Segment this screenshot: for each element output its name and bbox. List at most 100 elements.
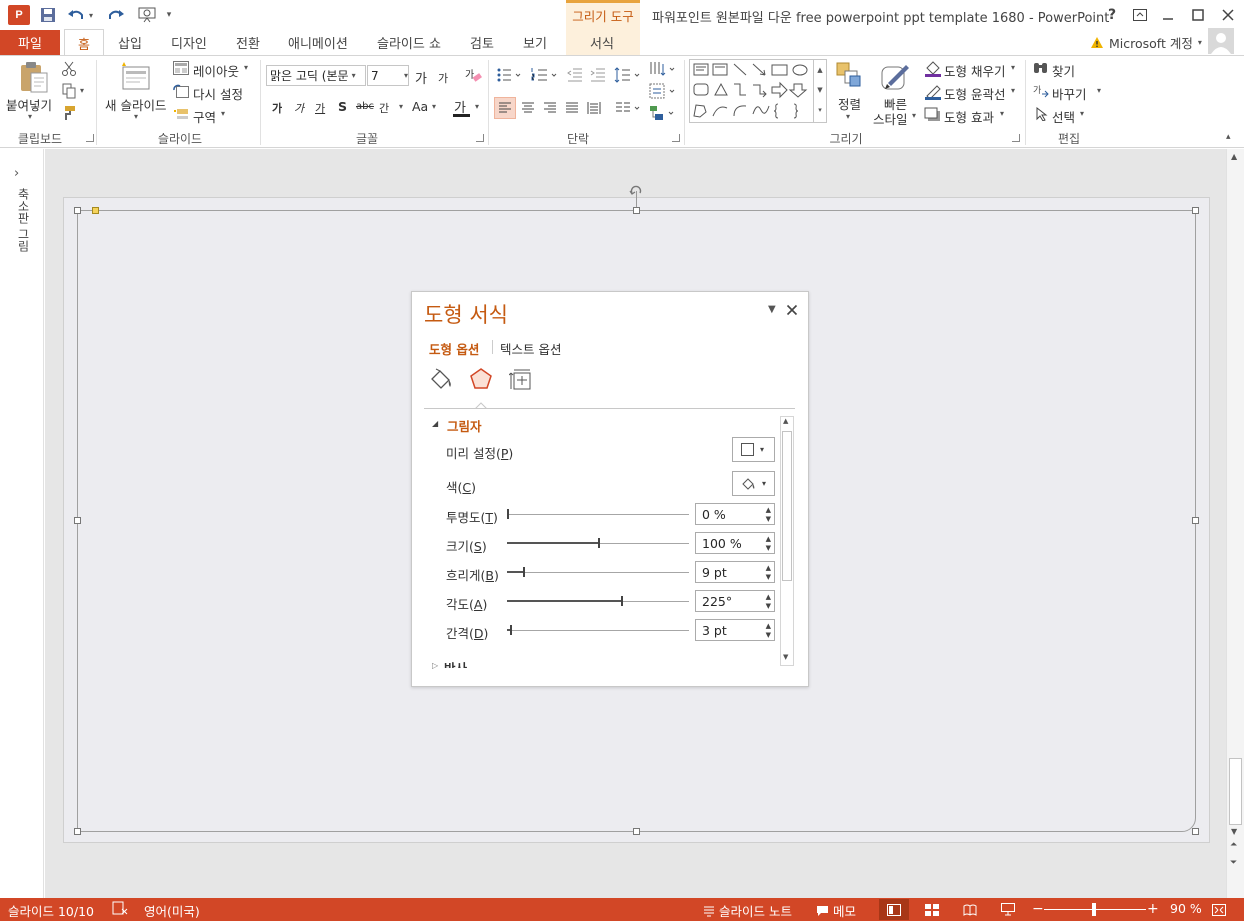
spin-up-icon[interactable]: ▲: [766, 536, 771, 543]
spin-up-icon[interactable]: ▲: [766, 623, 771, 630]
thumbnail-pane-label[interactable]: 축소판 그림: [12, 188, 32, 252]
language[interactable]: 영어(미국): [144, 901, 200, 920]
transparency-track[interactable]: [507, 514, 689, 515]
font-name-combo[interactable]: 맑은 고딕 (본문 ▾: [266, 65, 366, 86]
tab-animations[interactable]: 애니메이션: [288, 30, 348, 55]
resize-handle[interactable]: [74, 517, 81, 524]
shape-fill-dropdown-icon[interactable]: ▾: [1011, 63, 1015, 72]
shape-effects-dropdown-icon[interactable]: ▾: [1000, 109, 1004, 118]
close-button[interactable]: [1216, 4, 1240, 26]
reading-view-icon[interactable]: [962, 902, 978, 917]
distance-input[interactable]: 3 pt ▲ ▼: [695, 619, 775, 641]
new-slide-icon[interactable]: [118, 59, 152, 93]
font-color-dropdown-icon[interactable]: ▾: [475, 102, 479, 111]
quick-styles-icon[interactable]: [879, 60, 913, 94]
expand-section-icon[interactable]: ▷: [432, 661, 438, 670]
spin-down-icon[interactable]: ▼: [766, 545, 771, 552]
scroll-up-icon[interactable]: ▲: [783, 417, 788, 425]
tab-home[interactable]: 홈: [64, 29, 104, 56]
notes-button[interactable]: 슬라이드 노트: [703, 901, 792, 920]
collapse-section-icon[interactable]: ◢: [432, 419, 438, 428]
align-right-icon[interactable]: [540, 98, 560, 118]
numbering-icon[interactable]: [530, 66, 558, 84]
drawing-launcher-icon[interactable]: [1012, 134, 1020, 142]
quick-styles-button-line2[interactable]: 스타일: [873, 109, 908, 128]
clear-formatting-icon[interactable]: 가: [463, 65, 483, 85]
pane-close-icon[interactable]: [785, 303, 799, 317]
format-painter-icon[interactable]: [60, 104, 78, 122]
tab-text-options[interactable]: 텍스트 옵션: [500, 339, 561, 358]
italic-button[interactable]: 가: [294, 100, 304, 116]
zoom-level[interactable]: 90 %: [1170, 901, 1202, 916]
fill-line-icon[interactable]: [428, 367, 454, 393]
resize-handle[interactable]: [74, 828, 81, 835]
blur-thumb[interactable]: [523, 567, 526, 577]
scroll-down-icon[interactable]: ▼: [814, 80, 826, 100]
paste-dropdown-icon[interactable]: ▾: [28, 112, 32, 121]
cut-icon[interactable]: [60, 60, 78, 78]
powerpoint-logo-icon[interactable]: P: [8, 5, 30, 25]
align-text-icon[interactable]: [648, 82, 676, 100]
change-case-button[interactable]: Aa: [412, 99, 428, 114]
distributed-align-icon[interactable]: [584, 98, 604, 118]
align-left-icon[interactable]: [494, 97, 516, 119]
scroll-down-icon[interactable]: ▼: [1231, 827, 1237, 836]
align-center-icon[interactable]: [518, 98, 538, 118]
tab-file[interactable]: 파일: [0, 30, 60, 55]
reset-button[interactable]: 다시 설정: [193, 84, 243, 103]
comments-button[interactable]: 메모: [816, 901, 856, 920]
help-button[interactable]: ?: [1100, 4, 1124, 26]
shapes-gallery[interactable]: [689, 59, 827, 123]
arrange-dropdown-icon[interactable]: ▾: [846, 112, 850, 121]
bullets-icon[interactable]: [496, 66, 522, 84]
justify-icon[interactable]: [562, 98, 582, 118]
reset-icon[interactable]: [172, 83, 190, 99]
zoom-out-button[interactable]: −: [1032, 901, 1044, 917]
start-slideshow-icon[interactable]: [136, 4, 158, 26]
paragraph-launcher-icon[interactable]: [672, 134, 680, 142]
rotate-handle-icon[interactable]: [628, 184, 644, 198]
replace-button[interactable]: 바꾸기: [1052, 84, 1087, 103]
size-input[interactable]: 100 % ▲ ▼: [695, 532, 775, 554]
ribbon-display-options-button[interactable]: [1128, 4, 1152, 26]
shape-outline-button[interactable]: 도형 윤곽선: [944, 84, 1005, 103]
scrollbar-thumb[interactable]: [782, 431, 792, 581]
spacing-dropdown-icon[interactable]: ▾: [399, 102, 403, 111]
spelling-check-icon[interactable]: [112, 901, 128, 915]
line-spacing-icon[interactable]: [613, 66, 641, 84]
slide-sorter-icon[interactable]: [924, 902, 940, 917]
shape-effects-button[interactable]: 도형 효과: [944, 107, 994, 126]
select-dropdown-icon[interactable]: ▾: [1080, 109, 1084, 118]
convert-to-smartart-icon[interactable]: [648, 104, 676, 122]
blur-track[interactable]: [507, 572, 689, 573]
copy-dropdown-icon[interactable]: ▾: [80, 86, 84, 95]
bold-button[interactable]: 가: [272, 100, 282, 116]
pane-options-icon[interactable]: ▼: [768, 304, 776, 315]
tab-shape-options[interactable]: 도형 옵션: [429, 339, 479, 358]
adjust-handle[interactable]: [92, 207, 99, 214]
replace-dropdown-icon[interactable]: ▾: [1097, 86, 1101, 95]
zoom-slider-thumb[interactable]: [1092, 903, 1096, 916]
spin-down-icon[interactable]: ▼: [766, 603, 771, 610]
quick-styles-dropdown-icon[interactable]: ▾: [912, 111, 916, 120]
font-size-combo[interactable]: 7 ▾: [367, 65, 409, 86]
columns-icon[interactable]: [614, 98, 642, 118]
text-direction-icon[interactable]: [648, 60, 676, 78]
size-properties-icon[interactable]: [508, 367, 534, 393]
tab-design[interactable]: 디자인: [171, 30, 207, 55]
color-picker[interactable]: ▾: [732, 471, 775, 496]
layout-dropdown-icon[interactable]: ▾: [244, 63, 248, 72]
paste-icon[interactable]: [14, 60, 52, 94]
tab-insert[interactable]: 삽입: [118, 30, 142, 55]
minimize-button[interactable]: [1156, 4, 1180, 26]
transparency-input[interactable]: 0 % ▲ ▼: [695, 503, 775, 525]
layout-icon[interactable]: [172, 60, 190, 76]
blur-input[interactable]: 9 pt ▲ ▼: [695, 561, 775, 583]
shapes-gallery-scroll[interactable]: ▲ ▼ ▾: [813, 60, 826, 122]
fit-to-window-icon[interactable]: [1211, 902, 1227, 917]
next-slide-icon[interactable]: ⏷: [1230, 858, 1237, 868]
resize-handle[interactable]: [1192, 828, 1199, 835]
angle-input[interactable]: 225° ▲ ▼: [695, 590, 775, 612]
tab-format[interactable]: 서식: [590, 30, 614, 55]
spin-up-icon[interactable]: ▲: [766, 565, 771, 572]
